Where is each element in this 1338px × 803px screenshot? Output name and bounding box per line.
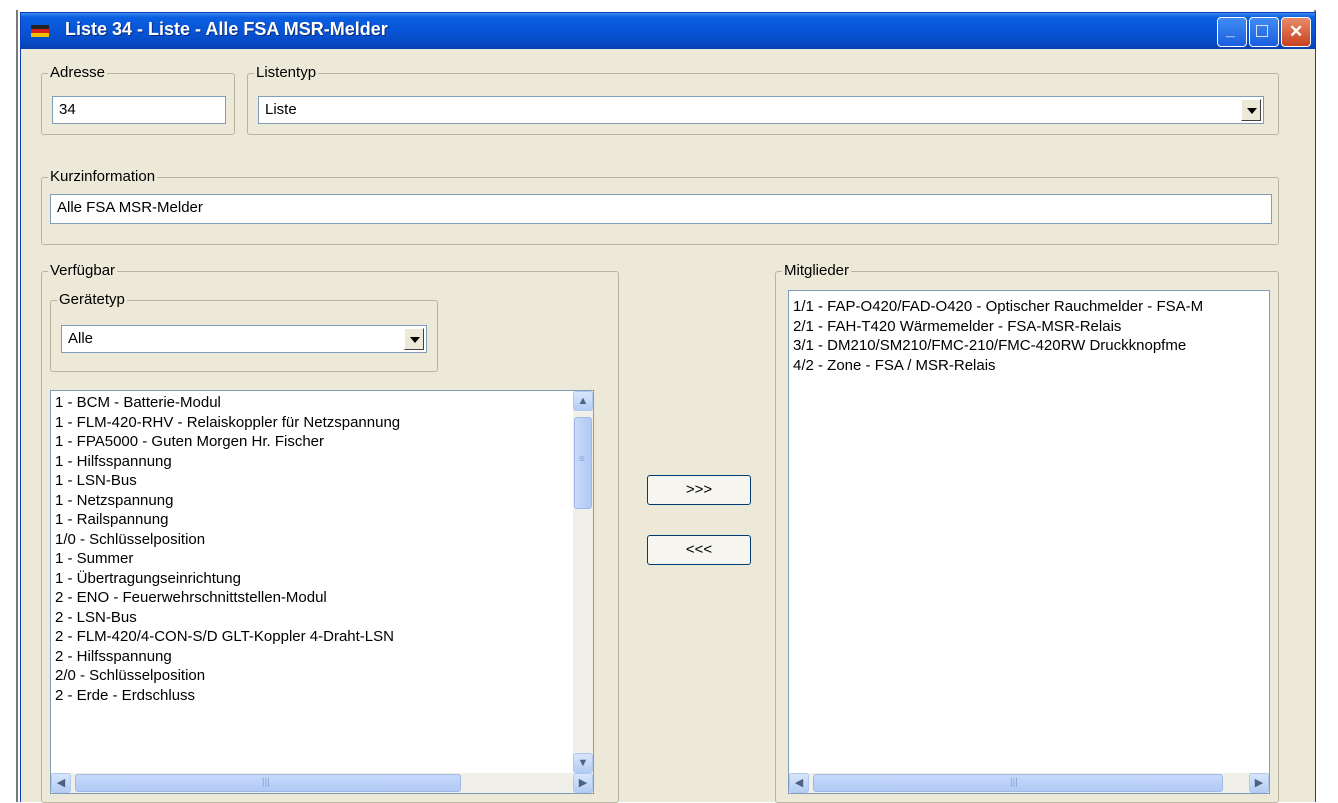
chevron-down-icon[interactable] — [404, 328, 424, 350]
scroll-right-icon[interactable]: ▶ — [1249, 773, 1269, 793]
scroll-left-icon[interactable]: ◀ — [789, 773, 809, 793]
kurzinfo-input[interactable]: Alle FSA MSR-Melder — [50, 194, 1272, 224]
list-item[interactable]: 1 - Railspannung — [51, 510, 573, 530]
list-item[interactable]: 1 - BCM - Batterie-Modul — [51, 393, 573, 413]
list-item[interactable]: 2 - ENO - Feuerwehrschnittstellen-Modul — [51, 588, 573, 608]
grip-icon: ||| — [262, 777, 270, 788]
mitglieder-label: Mitglieder — [782, 262, 852, 279]
list-item[interactable]: 2 - FLM-420/4-CON-S/D GLT-Koppler 4-Drah… — [51, 627, 573, 647]
list-item[interactable]: 2 - LSN-Bus — [51, 608, 573, 628]
geraetetyp-value: Alle — [68, 330, 94, 347]
minimize-button[interactable]: _ — [1217, 17, 1247, 47]
app-flag-icon — [31, 25, 49, 37]
list-item[interactable]: 2/1 - FAH-T420 Wärmemelder - FSA-MSR-Rel… — [789, 317, 1269, 337]
adresse-label: Adresse — [48, 64, 108, 81]
add-member-button[interactable]: >>> — [647, 475, 751, 505]
grip-icon: ||| — [1010, 777, 1018, 788]
scroll-thumb[interactable]: ||| — [75, 774, 461, 792]
title-bar[interactable]: Liste 34 - Liste - Alle FSA MSR-Melder _… — [21, 13, 1315, 49]
scroll-thumb[interactable]: ≡ — [574, 417, 592, 509]
close-button[interactable]: ✕ — [1281, 17, 1311, 47]
listentyp-group: Listentyp Liste — [247, 64, 1279, 135]
verfuegbar-listbox[interactable]: 1 - BCM - Batterie-Modul 1 - FLM-420-RHV… — [50, 390, 594, 794]
list-item[interactable]: 1 - LSN-Bus — [51, 471, 573, 491]
scroll-left-icon[interactable]: ◀ — [51, 773, 71, 793]
mitglieder-group: Mitglieder 1/1 - FAP-O420/FAD-O420 - Opt… — [775, 262, 1279, 803]
list-item[interactable]: 4/2 - Zone - FSA / MSR-Relais — [789, 356, 1269, 376]
listentyp-label: Listentyp — [254, 64, 319, 81]
scroll-down-icon[interactable]: ▼ — [573, 753, 593, 773]
horizontal-scrollbar[interactable]: ◀ ||| ▶ — [51, 773, 593, 793]
list-item[interactable]: 1/0 - Schlüsselposition — [51, 530, 573, 550]
scroll-thumb[interactable]: ||| — [813, 774, 1223, 792]
dialog-window: Liste 34 - Liste - Alle FSA MSR-Melder _… — [20, 12, 1316, 803]
window-title: Liste 34 - Liste - Alle FSA MSR-Melder — [65, 19, 388, 39]
list-item[interactable]: 1 - FPA5000 - Guten Morgen Hr. Fischer — [51, 432, 573, 452]
listentyp-select[interactable]: Liste — [258, 96, 1264, 124]
chevron-down-icon[interactable] — [1241, 99, 1261, 121]
verfuegbar-label: Verfügbar — [48, 262, 118, 279]
verfuegbar-group: Verfügbar Gerätetyp Alle 1 - BCM - Batte… — [41, 262, 619, 803]
list-item[interactable]: 2/0 - Schlüsselposition — [51, 666, 573, 686]
verfuegbar-list: 1 - BCM - Batterie-Modul 1 - FLM-420-RHV… — [51, 393, 573, 705]
adresse-group: Adresse 34 — [41, 64, 235, 135]
vertical-scrollbar[interactable]: ▲ ≡ ▼ — [573, 391, 593, 773]
horizontal-scrollbar[interactable]: ◀ ||| ▶ — [789, 773, 1269, 793]
grip-icon: ≡ — [579, 454, 585, 465]
close-icon: ✕ — [1289, 22, 1304, 41]
maximize-icon: □ — [1256, 20, 1269, 42]
mitglieder-listbox[interactable]: 1/1 - FAP-O420/FAD-O420 - Optischer Rauc… — [788, 290, 1270, 794]
list-item[interactable]: 2 - Erde - Erdschluss — [51, 686, 573, 706]
kurzinfo-group: Kurzinformation Alle FSA MSR-Melder — [41, 168, 1279, 245]
geraetetyp-label: Gerätetyp — [57, 291, 127, 308]
list-item[interactable]: 3/1 - DM210/SM210/FMC-210/FMC-420RW Druc… — [789, 336, 1269, 356]
listentyp-value: Liste — [265, 101, 297, 118]
list-item[interactable]: 1 - Übertragungseinrichtung — [51, 569, 573, 589]
list-item[interactable]: 1 - Summer — [51, 549, 573, 569]
minimize-icon: _ — [1226, 22, 1235, 39]
list-item[interactable]: 2 - Hilfsspannung — [51, 647, 573, 667]
kurzinfo-label: Kurzinformation — [48, 168, 158, 185]
adresse-input[interactable]: 34 — [52, 96, 226, 124]
scroll-right-icon[interactable]: ▶ — [573, 773, 593, 793]
list-item[interactable]: 1 - FLM-420-RHV - Relaiskoppler für Netz… — [51, 413, 573, 433]
list-item[interactable]: 1 - Netzspannung — [51, 491, 573, 511]
remove-member-button[interactable]: <<< — [647, 535, 751, 565]
maximize-button[interactable]: □ — [1249, 17, 1279, 47]
geraetetyp-group: Gerätetyp Alle — [50, 291, 438, 372]
list-item[interactable]: 1 - Hilfsspannung — [51, 452, 573, 472]
mitglieder-list: 1/1 - FAP-O420/FAD-O420 - Optischer Rauc… — [789, 297, 1269, 375]
scroll-up-icon[interactable]: ▲ — [573, 391, 593, 411]
list-item[interactable]: 1/1 - FAP-O420/FAD-O420 - Optischer Rauc… — [789, 297, 1269, 317]
geraetetyp-select[interactable]: Alle — [61, 325, 427, 353]
